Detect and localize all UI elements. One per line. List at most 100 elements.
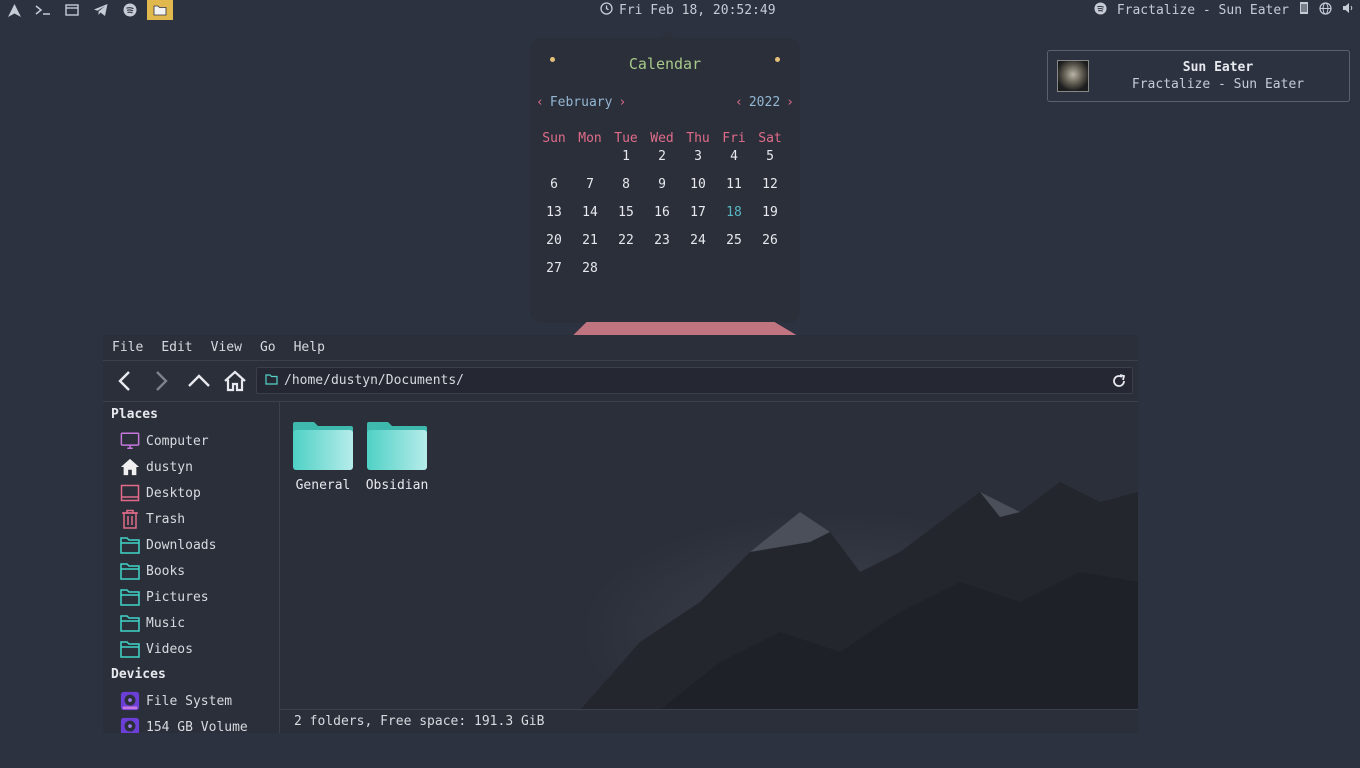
- menu-file[interactable]: File: [103, 335, 152, 361]
- sidebar-item-label: Pictures: [146, 589, 209, 605]
- sidebar-item-desktop[interactable]: Desktop: [103, 480, 279, 506]
- calendar-day[interactable]: 15: [608, 204, 644, 232]
- sidebar-item-label: Trash: [146, 511, 186, 527]
- weekday-header: Tue: [614, 131, 638, 146]
- places-heading: Places: [111, 407, 158, 422]
- refresh-icon: [1113, 373, 1126, 387]
- home-icon: [224, 370, 246, 392]
- forward-button[interactable]: [147, 367, 175, 395]
- home-icon: [120, 457, 140, 477]
- calendar-day[interactable]: 4: [716, 148, 752, 176]
- year-label: 2022: [748, 95, 781, 110]
- calendar-day[interactable]: 17: [680, 204, 716, 232]
- calendar-day[interactable]: 3: [680, 148, 716, 176]
- calendar-day[interactable]: 2: [644, 148, 680, 176]
- file-view[interactable]: General Obsidian: [280, 401, 1138, 709]
- menu-edit[interactable]: Edit: [152, 335, 201, 361]
- up-button[interactable]: [185, 367, 213, 395]
- calendar-day[interactable]: 23: [644, 232, 680, 260]
- calendar-day[interactable]: 8: [608, 176, 644, 204]
- calendar-day[interactable]: 7: [572, 176, 608, 204]
- folder-icon: [367, 422, 427, 470]
- calendar-day[interactable]: 20: [536, 232, 572, 260]
- now-playing-text[interactable]: Fractalize - Sun Eater: [1117, 3, 1289, 18]
- clock-icon: [600, 1, 613, 19]
- clock[interactable]: Fri Feb 18, 20:52:49: [600, 0, 776, 20]
- calendar-day[interactable]: 14: [572, 204, 608, 232]
- calendar-day[interactable]: 22: [608, 232, 644, 260]
- spotify-icon[interactable]: [122, 2, 138, 18]
- arch-icon[interactable]: [6, 2, 22, 18]
- terminal-icon[interactable]: [35, 2, 51, 18]
- refresh-button[interactable]: [1106, 368, 1132, 394]
- location-path[interactable]: /home/dustyn/Documents/: [284, 373, 1106, 388]
- telegram-icon[interactable]: [93, 2, 109, 18]
- forward-arrow-icon: [156, 371, 168, 391]
- folder-general[interactable]: General: [288, 422, 358, 493]
- calendar-day[interactable]: 28: [572, 260, 608, 288]
- sidebar-item-computer[interactable]: Computer: [103, 428, 279, 454]
- sidebar-item-books[interactable]: Books: [103, 558, 279, 584]
- network-icon[interactable]: [1319, 1, 1332, 19]
- calendar-day[interactable]: 16: [644, 204, 680, 232]
- spotify-icon[interactable]: [1094, 1, 1107, 19]
- volume-icon[interactable]: [1342, 2, 1354, 18]
- sidebar-item-music[interactable]: Music: [103, 610, 279, 636]
- clock-text: Fri Feb 18, 20:52:49: [619, 2, 776, 18]
- calendar-empty-cell: [716, 260, 752, 288]
- next-month-chevron-icon[interactable]: ›: [618, 95, 626, 110]
- calendar-day[interactable]: 6: [536, 176, 572, 204]
- memory-icon[interactable]: [1299, 1, 1309, 19]
- sidebar-item-volume[interactable]: 154 GB Volume: [103, 714, 279, 733]
- folder-icon[interactable]: [147, 0, 173, 20]
- sidebar-item-trash[interactable]: Trash: [103, 506, 279, 532]
- sidebar-item-label: Downloads: [146, 537, 217, 553]
- calendar-day[interactable]: 24: [680, 232, 716, 260]
- back-arrow-icon: [118, 371, 130, 391]
- calendar-empty-cell: [536, 148, 572, 176]
- folder-icon: [120, 639, 140, 659]
- calendar-day[interactable]: 21: [572, 232, 608, 260]
- wallpaper-fragment: [572, 322, 798, 336]
- calendar-day[interactable]: 10: [680, 176, 716, 204]
- drive-icon: [120, 717, 140, 733]
- calendar-day[interactable]: 5: [752, 148, 788, 176]
- back-button[interactable]: [111, 367, 139, 395]
- folder-icon: [265, 373, 278, 389]
- folder-icon: [120, 587, 140, 607]
- media-notification[interactable]: Sun Eater Fractalize - Sun Eater: [1047, 50, 1350, 102]
- calendar-day[interactable]: 11: [716, 176, 752, 204]
- month-label: February: [549, 95, 613, 110]
- sidebar-item-label: Videos: [146, 641, 193, 657]
- calendar-day[interactable]: 12: [752, 176, 788, 204]
- calendar-day[interactable]: 18: [716, 204, 752, 232]
- album-art: [1057, 60, 1089, 92]
- calendar-day[interactable]: 26: [752, 232, 788, 260]
- browser-icon[interactable]: [64, 2, 80, 18]
- drive-icon: [120, 691, 140, 711]
- sidebar-item-dustyn[interactable]: dustyn: [103, 454, 279, 480]
- calendar-day[interactable]: 19: [752, 204, 788, 232]
- prev-month-chevron-icon[interactable]: ‹: [536, 95, 544, 110]
- sidebar-item-videos[interactable]: Videos: [103, 636, 279, 662]
- sidebar-item-file-system[interactable]: File System: [103, 688, 279, 714]
- month-selector: ‹ February ›: [536, 95, 626, 110]
- calendar-day[interactable]: 27: [536, 260, 572, 288]
- menu-go[interactable]: Go: [251, 335, 285, 361]
- weekday-header: Thu: [686, 131, 710, 146]
- calendar-day[interactable]: 13: [536, 204, 572, 232]
- calendar-day[interactable]: 1: [608, 148, 644, 176]
- menu-view[interactable]: View: [202, 335, 251, 361]
- home-button[interactable]: [221, 367, 249, 395]
- folder-icon: [120, 561, 140, 581]
- menu-help[interactable]: Help: [285, 335, 334, 361]
- folder-icon: [120, 613, 140, 633]
- next-year-chevron-icon[interactable]: ›: [786, 95, 794, 110]
- sidebar-item-pictures[interactable]: Pictures: [103, 584, 279, 610]
- sidebar-item-downloads[interactable]: Downloads: [103, 532, 279, 558]
- calendar-day[interactable]: 25: [716, 232, 752, 260]
- location-bar[interactable]: /home/dustyn/Documents/: [256, 367, 1133, 394]
- prev-year-chevron-icon[interactable]: ‹: [735, 95, 743, 110]
- folder-obsidian[interactable]: Obsidian: [362, 422, 432, 493]
- calendar-day[interactable]: 9: [644, 176, 680, 204]
